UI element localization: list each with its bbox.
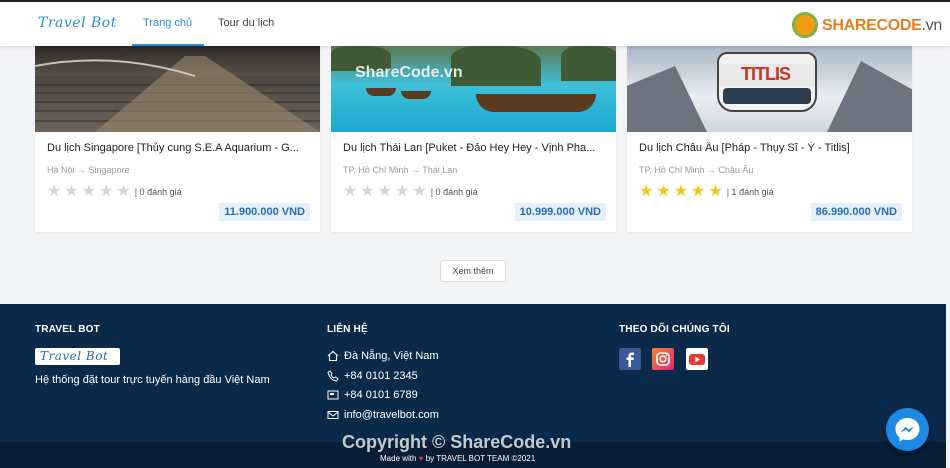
route-to: Thái Lan	[422, 165, 458, 175]
arrow-right-icon: →	[77, 165, 87, 175]
nav-home[interactable]: Trang chủ	[143, 17, 192, 29]
tour-title[interactable]: Du lịch Thái Lan [Puket - Đảo Hey Hey - …	[343, 142, 605, 154]
sharecode-logo-suffix: .vn	[921, 17, 943, 34]
review-count: | 1 đánh giá	[726, 187, 774, 197]
star-rating: ★ ★ ★ ★ ★ | 0 đánh giá	[47, 184, 182, 200]
active-nav-indicator	[132, 44, 204, 46]
route-from: TP. Hồ Chí Minh	[639, 165, 705, 175]
fax-icon	[327, 390, 339, 400]
star-icon: ★	[691, 183, 706, 200]
sharecode-logo: SHARECODE.vn	[792, 12, 943, 40]
star-icon: ★	[395, 183, 410, 200]
sharecode-logo-brand: SHARECODE	[822, 17, 922, 34]
arrow-right-icon: →	[410, 165, 420, 175]
route-from: TP. Hồ Chí Minh	[343, 165, 409, 175]
top-edge	[0, 0, 950, 2]
sharecode-logo-icon	[792, 12, 818, 38]
tour-card[interactable]: Du lịch Singapore [Thủy cung S.E.A Aquar…	[35, 46, 320, 232]
price-badge: 10.999.000 VND	[514, 203, 606, 221]
contact-fax-text: +84 0101 6789	[344, 389, 418, 401]
star-icon: ★	[99, 183, 114, 200]
star-icon: ★	[639, 183, 654, 200]
star-icon: ★	[116, 183, 131, 200]
tour-route: TP. Hồ Chí Minh → Thái Lan	[343, 165, 457, 175]
tour-image[interactable]	[35, 46, 320, 132]
mail-icon	[327, 411, 339, 419]
gondola-text: TITLIS	[741, 64, 791, 84]
tour-title[interactable]: Du lịch Singapore [Thủy cung S.E.A Aquar…	[47, 142, 309, 154]
facebook-icon[interactable]	[619, 348, 641, 370]
see-more-button[interactable]: Xem thêm	[440, 260, 506, 282]
sharecode-watermark: ShareCode.vn	[355, 64, 463, 81]
nav-tours[interactable]: Tour du lịch	[218, 17, 274, 29]
route-from: Hà Nội	[47, 165, 75, 175]
route-to: Châu Âu	[718, 165, 754, 175]
messenger-icon	[895, 418, 920, 442]
phone-icon	[327, 370, 339, 382]
contact-email[interactable]: info@travelbot.com	[327, 408, 439, 422]
arrow-right-icon: →	[706, 165, 716, 175]
review-count: | 0 đánh giá	[430, 187, 478, 197]
star-icon: ★	[673, 183, 689, 200]
made-with-suffix: by TRAVEL BOT TEAM ©2021	[425, 454, 536, 463]
made-with-text: Made with ♥ by TRAVEL BOT TEAM ©2021	[380, 454, 535, 463]
instagram-icon[interactable]	[652, 348, 674, 370]
contact-fax[interactable]: +84 0101 6789	[327, 388, 418, 402]
home-icon	[327, 350, 339, 362]
star-icon: ★	[412, 183, 427, 200]
star-icon: ★	[343, 183, 358, 200]
tour-card[interactable]: TITLIS Du lịch Châu Âu [Pháp - Thụy Sĩ -…	[627, 46, 912, 232]
review-count: | 0 đánh giá	[134, 187, 182, 197]
star-icon: ★	[47, 183, 62, 200]
messenger-chat-button[interactable]	[886, 408, 929, 451]
gondola-image: TITLIS	[717, 52, 817, 112]
star-icon: ★	[360, 183, 375, 200]
tour-image[interactable]: TITLIS	[627, 46, 912, 132]
tour-image[interactable]	[331, 46, 616, 132]
route-to: Singapore	[88, 165, 130, 175]
contact-phone-text: +84 0101 2345	[344, 370, 418, 382]
star-icon: ★	[708, 183, 723, 200]
price-badge: 86.990.000 VND	[810, 203, 902, 221]
heart-icon: ♥	[418, 454, 424, 463]
footer-logo: Travel Bot	[35, 348, 120, 365]
star-icon: ★	[377, 183, 393, 200]
star-rating: ★ ★ ★ ★ ★ | 1 đánh giá	[639, 184, 774, 200]
footer-slogan: Hệ thống đặt tour trực tuyến hàng đầu Vi…	[35, 374, 270, 386]
contact-address: Đà Nẵng, Việt Nam	[327, 349, 439, 363]
copyright-watermark: Copyright © ShareCode.vn	[342, 432, 572, 452]
tour-route: Hà Nội → Singapore	[47, 165, 130, 175]
star-icon: ★	[81, 183, 97, 200]
tour-title[interactable]: Du lịch Châu Âu [Pháp - Thụy Sĩ - Ý - Ti…	[639, 142, 901, 154]
made-with-prefix: Made with	[380, 454, 417, 463]
footer-social-heading: THEO DÕI CHÚNG TÔI	[619, 324, 730, 335]
contact-phone[interactable]: +84 0101 2345	[327, 369, 418, 383]
footer-about-heading: TRAVEL BOT	[35, 324, 100, 335]
star-rating: ★ ★ ★ ★ ★ | 0 đánh giá	[343, 184, 478, 200]
top-navbar: Travel Bot Trang chủ Tour du lịch SHAREC…	[0, 2, 950, 46]
star-icon: ★	[656, 183, 671, 200]
price-badge: 11.900.000 VND	[219, 203, 310, 221]
contact-address-text: Đà Nẵng, Việt Nam	[344, 350, 439, 362]
tour-route: TP. Hồ Chí Minh → Châu Âu	[639, 165, 753, 175]
footer-contact-heading: LIÊN HỆ	[327, 324, 368, 335]
contact-email-text: info@travelbot.com	[344, 409, 439, 421]
page-edge	[946, 304, 950, 468]
star-icon: ★	[64, 183, 79, 200]
brand-logo[interactable]: Travel Bot	[38, 15, 117, 31]
youtube-icon[interactable]	[686, 348, 708, 370]
